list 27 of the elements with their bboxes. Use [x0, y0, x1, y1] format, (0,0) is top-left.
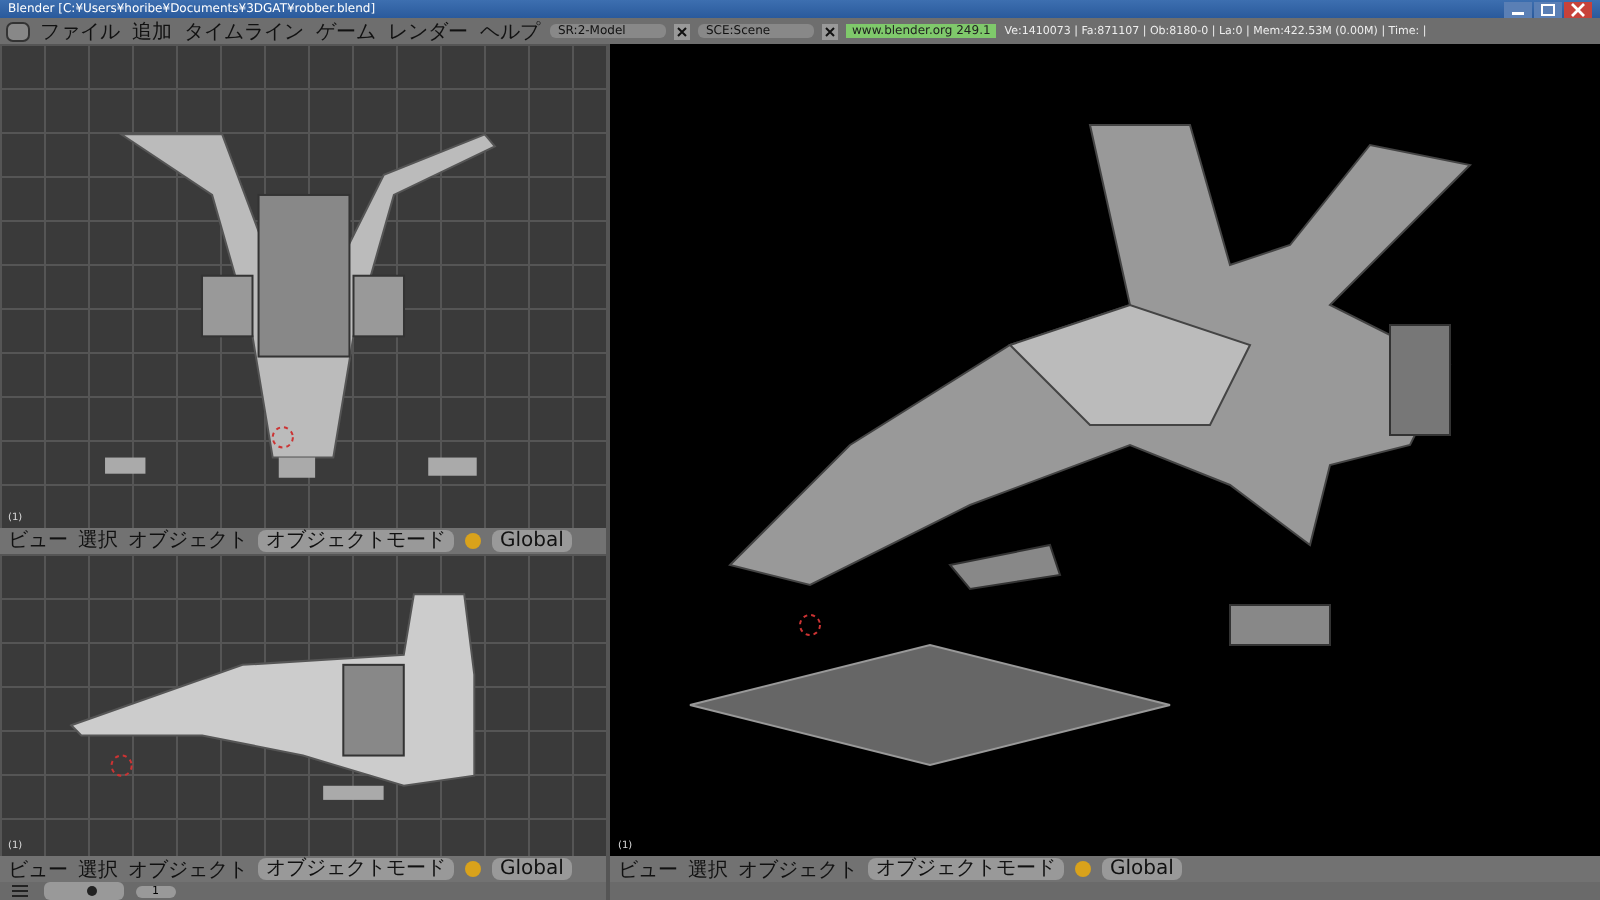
minimize-icon[interactable] — [1504, 1, 1532, 17]
orientation-dropdown[interactable]: Global — [492, 529, 572, 552]
menu-item[interactable]: ヘルプ — [478, 17, 542, 45]
header-menu[interactable]: ビュー — [8, 855, 68, 883]
header-menu[interactable]: 選択 — [78, 855, 118, 883]
mode-dropdown[interactable]: オブジェクトモード — [258, 529, 454, 552]
menu-item[interactable]: レンダー — [386, 17, 470, 45]
maximize-icon[interactable] — [1534, 1, 1562, 17]
menu-item[interactable]: ファイル — [38, 17, 122, 45]
header-menu[interactable]: 選択 — [78, 526, 118, 555]
header-menu[interactable]: オブジェクト — [738, 855, 858, 883]
menu-item[interactable]: ゲーム — [314, 17, 378, 45]
mode-dropdown[interactable]: オブジェクトモード — [258, 858, 454, 880]
menu-icon[interactable] — [8, 882, 32, 900]
orientation-dropdown[interactable]: Global — [492, 858, 572, 880]
orientation-dropdown[interactable]: Global — [1102, 858, 1182, 880]
close-icon[interactable] — [674, 23, 690, 39]
mode-dropdown[interactable]: オブジェクトモード — [868, 858, 1064, 880]
header-menu[interactable]: オブジェクト — [128, 526, 248, 555]
header-menu[interactable]: 選択 — [688, 855, 728, 883]
close-icon[interactable] — [822, 23, 838, 39]
header-menu[interactable]: オブジェクト — [128, 855, 248, 883]
close-icon[interactable] — [1564, 1, 1592, 17]
header-menu[interactable]: ビュー — [618, 855, 678, 883]
header-menu[interactable]: ビュー — [8, 526, 68, 555]
menu-item[interactable]: 追加 — [130, 17, 174, 45]
menu-item[interactable]: タイムライン — [182, 17, 306, 45]
